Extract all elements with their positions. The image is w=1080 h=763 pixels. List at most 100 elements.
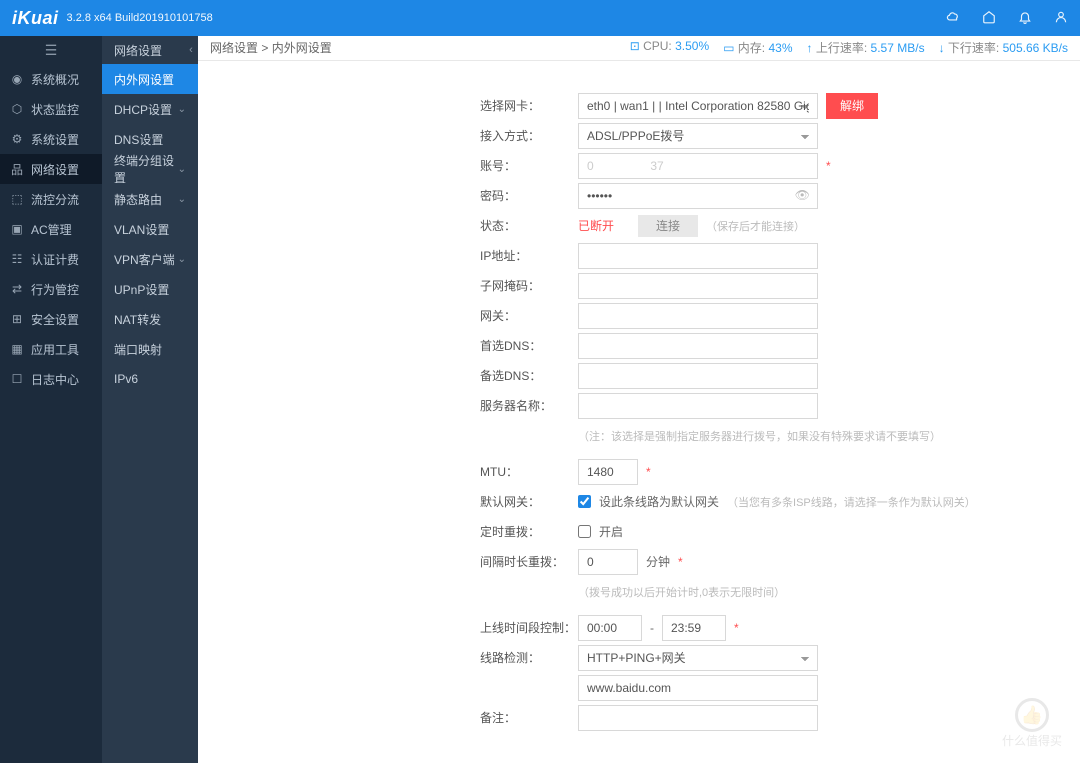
interval-unit: 分钟 <box>646 553 670 570</box>
stats-bar: ⊡ CPU: 3.50% ▭ 内存: 43% ↑ 上行速率: 5.57 MB/s… <box>630 39 1068 56</box>
stat-up: ↑ 上行速率: 5.57 MB/s <box>807 39 925 56</box>
nav2-item-10[interactable]: IPv6 <box>102 364 198 394</box>
dns2-input[interactable] <box>578 363 818 389</box>
nav1-item-7[interactable]: ⇄行为管控 <box>0 274 102 304</box>
nav1-item-4[interactable]: ⬚流控分流 <box>0 184 102 214</box>
home-icon[interactable] <box>982 10 996 27</box>
bell-icon[interactable] <box>1018 10 1032 27</box>
mtu-label: MTU： <box>198 463 578 480</box>
password-input[interactable] <box>578 183 818 209</box>
online-to-input[interactable] <box>662 615 726 641</box>
nav1-item-6[interactable]: ☷认证计费 <box>0 244 102 274</box>
ip-label: IP地址： <box>198 247 578 264</box>
interval-hint: （拨号成功以后开始计时,0表示无限时间） <box>578 584 785 600</box>
topbar-icons <box>946 10 1068 27</box>
ac-icon: ▣ <box>10 222 24 236</box>
nav2-item-0[interactable]: 内外网设置 <box>102 64 198 94</box>
nav2-item-1[interactable]: DHCP设置⌄ <box>102 94 198 124</box>
nav1-item-8[interactable]: ⊞安全设置 <box>0 304 102 334</box>
nav1-item-10[interactable]: ☐日志中心 <box>0 364 102 394</box>
monitor-icon: ⬡ <box>10 102 24 116</box>
access-label: 接入方式： <box>198 127 578 144</box>
defgw-text: 设此条线路为默认网关 <box>599 493 719 510</box>
topbar: iKuai 3.2.8 x64 Build201910101758 <box>0 0 1080 36</box>
secondary-nav: 网络设置 ‹ 内外网设置DHCP设置⌄DNS设置终端分组设置⌄静态路由⌄VLAN… <box>102 36 198 763</box>
remark-input[interactable] <box>578 705 818 731</box>
nav2-item-7[interactable]: UPnP设置 <box>102 274 198 304</box>
stat-mem: ▭ 内存: 43% <box>723 39 792 56</box>
cloud-icon[interactable] <box>946 10 960 27</box>
version-text: 3.2.8 x64 Build201910101758 <box>67 12 213 24</box>
ip-input[interactable] <box>578 243 818 269</box>
account-label: 账号： <box>198 157 578 174</box>
mask-input[interactable] <box>578 273 818 299</box>
chevron-down-icon: ⌄ <box>178 194 186 205</box>
status-label: 状态： <box>198 217 578 234</box>
mask-label: 子网掩码： <box>198 277 578 294</box>
tools-icon: ▦ <box>10 342 24 356</box>
remark-label: 备注： <box>198 709 578 726</box>
dns1-input[interactable] <box>578 333 818 359</box>
nav2-item-8[interactable]: NAT转发 <box>102 304 198 334</box>
connect-button[interactable]: 连接 <box>638 215 698 237</box>
mtu-input[interactable] <box>578 459 638 485</box>
nic-label: 选择网卡： <box>198 97 578 114</box>
behavior-icon: ⇄ <box>10 282 24 296</box>
dns1-label: 首选DNS： <box>198 337 578 354</box>
nav1-item-9[interactable]: ▦应用工具 <box>0 334 102 364</box>
stat-cpu: ⊡ CPU: 3.50% <box>630 39 709 56</box>
gear-icon: ⚙ <box>10 132 24 146</box>
nic-select[interactable]: eth0 | wan1 | | Intel Corporation 82580 … <box>578 93 818 119</box>
nav2-item-4[interactable]: 静态路由⌄ <box>102 184 198 214</box>
nav1-item-5[interactable]: ▣AC管理 <box>0 214 102 244</box>
nav1-item-1[interactable]: ⬡状态监控 <box>0 94 102 124</box>
gateway-label: 网关： <box>198 307 578 324</box>
chevron-down-icon: ⌄ <box>178 164 186 175</box>
dns2-label: 备选DNS： <box>198 367 578 384</box>
defgw-hint: （当您有多条ISP线路，请选择一条作为默认网关） <box>727 494 976 510</box>
log-icon: ☐ <box>10 372 24 386</box>
auth-icon: ☷ <box>10 252 24 266</box>
nav2-item-3[interactable]: 终端分组设置⌄ <box>102 154 198 184</box>
nav1-item-3[interactable]: 品网络设置 <box>0 154 102 184</box>
nav-toggle-icon[interactable]: ☰ <box>0 36 102 64</box>
defgw-checkbox[interactable] <box>578 495 591 508</box>
server-input[interactable] <box>578 393 818 419</box>
online-label: 上线时间段控制： <box>198 619 578 636</box>
redial-text: 开启 <box>599 523 623 540</box>
interval-label: 间隔时长重拨： <box>198 553 578 570</box>
flow-icon: ⬚ <box>10 192 24 206</box>
nav2-item-6[interactable]: VPN客户端⌄ <box>102 244 198 274</box>
nav1-item-0[interactable]: ◉系统概况 <box>0 64 102 94</box>
stat-down: ↓ 下行速率: 505.66 KB/s <box>939 39 1068 56</box>
server-label: 服务器名称： <box>198 397 578 414</box>
breadcrumb-b: 内外网设置 <box>272 39 332 56</box>
unbind-button[interactable]: 解绑 <box>826 93 878 119</box>
interval-input[interactable] <box>578 549 638 575</box>
nav2-item-9[interactable]: 端口映射 <box>102 334 198 364</box>
password-label: 密码： <box>198 187 578 204</box>
dashboard-icon: ◉ <box>10 72 24 86</box>
chevron-down-icon: ⌄ <box>178 254 186 265</box>
chevron-down-icon: ⌄ <box>178 104 186 115</box>
user-icon[interactable] <box>1054 10 1068 27</box>
collapse-icon[interactable]: ‹ <box>184 36 198 64</box>
breadcrumb-bar: 网络设置 > 内外网设置 ⊡ CPU: 3.50% ▭ 内存: 43% ↑ 上行… <box>198 36 1080 61</box>
status-value: 已断开 <box>578 217 630 234</box>
redial-checkbox[interactable] <box>578 525 591 538</box>
logo: iKuai <box>12 8 59 29</box>
detect-host-input[interactable] <box>578 675 818 701</box>
online-from-input[interactable] <box>578 615 642 641</box>
account-input[interactable] <box>578 153 818 179</box>
nav2-item-2[interactable]: DNS设置 <box>102 124 198 154</box>
gateway-input[interactable] <box>578 303 818 329</box>
form-area: 选择网卡： eth0 | wan1 | | Intel Corporation … <box>198 61 1080 763</box>
access-select[interactable]: ADSL/PPPoE拨号 <box>578 123 818 149</box>
breadcrumb-a[interactable]: 网络设置 <box>210 39 258 56</box>
nav2-item-5[interactable]: VLAN设置 <box>102 214 198 244</box>
status-hint: （保存后才能连接） <box>706 218 805 234</box>
detect-label: 线路检测： <box>198 649 578 666</box>
detect-select[interactable]: HTTP+PING+网关 <box>578 645 818 671</box>
watermark: 👍 什么值得买 <box>1002 698 1062 749</box>
nav1-item-2[interactable]: ⚙系统设置 <box>0 124 102 154</box>
